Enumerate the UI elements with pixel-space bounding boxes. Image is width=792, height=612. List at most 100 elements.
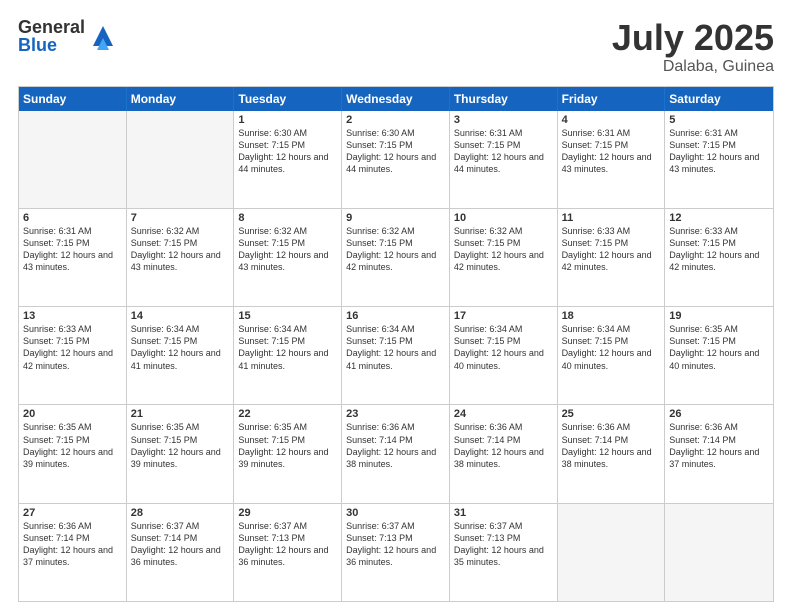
day-number: 8 — [238, 212, 337, 224]
day-number: 21 — [131, 408, 230, 420]
day-cell-14: 14Sunrise: 6:34 AMSunset: 7:15 PMDayligh… — [127, 307, 235, 404]
day-number: 4 — [562, 114, 661, 126]
day-cell-11: 11Sunrise: 6:33 AMSunset: 7:15 PMDayligh… — [558, 209, 666, 306]
logo: General Blue — [18, 18, 117, 54]
day-number: 30 — [346, 507, 445, 519]
header-day-friday: Friday — [558, 87, 666, 111]
day-cell-26: 26Sunrise: 6:36 AMSunset: 7:14 PMDayligh… — [665, 405, 773, 502]
day-number: 22 — [238, 408, 337, 420]
day-cell-8: 8Sunrise: 6:32 AMSunset: 7:15 PMDaylight… — [234, 209, 342, 306]
empty-cell — [558, 504, 666, 601]
day-info: Sunrise: 6:35 AMSunset: 7:15 PMDaylight:… — [669, 323, 769, 372]
day-number: 2 — [346, 114, 445, 126]
day-cell-28: 28Sunrise: 6:37 AMSunset: 7:14 PMDayligh… — [127, 504, 235, 601]
day-number: 13 — [23, 310, 122, 322]
day-cell-27: 27Sunrise: 6:36 AMSunset: 7:14 PMDayligh… — [19, 504, 127, 601]
day-info: Sunrise: 6:30 AMSunset: 7:15 PMDaylight:… — [238, 127, 337, 176]
day-number: 1 — [238, 114, 337, 126]
day-cell-16: 16Sunrise: 6:34 AMSunset: 7:15 PMDayligh… — [342, 307, 450, 404]
calendar-row-0: 1Sunrise: 6:30 AMSunset: 7:15 PMDaylight… — [19, 111, 773, 208]
logo-general-text: General — [18, 18, 85, 36]
day-info: Sunrise: 6:33 AMSunset: 7:15 PMDaylight:… — [23, 323, 122, 372]
day-number: 7 — [131, 212, 230, 224]
day-info: Sunrise: 6:37 AMSunset: 7:13 PMDaylight:… — [346, 520, 445, 569]
day-info: Sunrise: 6:36 AMSunset: 7:14 PMDaylight:… — [454, 421, 553, 470]
calendar-body: 1Sunrise: 6:30 AMSunset: 7:15 PMDaylight… — [19, 111, 773, 601]
day-number: 16 — [346, 310, 445, 322]
day-info: Sunrise: 6:36 AMSunset: 7:14 PMDaylight:… — [346, 421, 445, 470]
day-number: 15 — [238, 310, 337, 322]
day-info: Sunrise: 6:31 AMSunset: 7:15 PMDaylight:… — [23, 225, 122, 274]
day-cell-25: 25Sunrise: 6:36 AMSunset: 7:14 PMDayligh… — [558, 405, 666, 502]
calendar: SundayMondayTuesdayWednesdayThursdayFrid… — [18, 86, 774, 602]
day-cell-19: 19Sunrise: 6:35 AMSunset: 7:15 PMDayligh… — [665, 307, 773, 404]
day-cell-30: 30Sunrise: 6:37 AMSunset: 7:13 PMDayligh… — [342, 504, 450, 601]
title-month: July 2025 — [612, 18, 774, 58]
day-info: Sunrise: 6:35 AMSunset: 7:15 PMDaylight:… — [23, 421, 122, 470]
day-info: Sunrise: 6:31 AMSunset: 7:15 PMDaylight:… — [562, 127, 661, 176]
day-cell-23: 23Sunrise: 6:36 AMSunset: 7:14 PMDayligh… — [342, 405, 450, 502]
day-number: 17 — [454, 310, 553, 322]
logo-icon — [89, 22, 117, 50]
day-cell-4: 4Sunrise: 6:31 AMSunset: 7:15 PMDaylight… — [558, 111, 666, 208]
page: General Blue July 2025 Dalaba, Guinea Su… — [0, 0, 792, 612]
day-cell-22: 22Sunrise: 6:35 AMSunset: 7:15 PMDayligh… — [234, 405, 342, 502]
day-info: Sunrise: 6:35 AMSunset: 7:15 PMDaylight:… — [131, 421, 230, 470]
day-info: Sunrise: 6:36 AMSunset: 7:14 PMDaylight:… — [562, 421, 661, 470]
day-info: Sunrise: 6:34 AMSunset: 7:15 PMDaylight:… — [562, 323, 661, 372]
day-cell-31: 31Sunrise: 6:37 AMSunset: 7:13 PMDayligh… — [450, 504, 558, 601]
day-number: 27 — [23, 507, 122, 519]
day-info: Sunrise: 6:36 AMSunset: 7:14 PMDaylight:… — [669, 421, 769, 470]
day-info: Sunrise: 6:32 AMSunset: 7:15 PMDaylight:… — [131, 225, 230, 274]
calendar-row-1: 6Sunrise: 6:31 AMSunset: 7:15 PMDaylight… — [19, 208, 773, 306]
day-cell-13: 13Sunrise: 6:33 AMSunset: 7:15 PMDayligh… — [19, 307, 127, 404]
day-cell-15: 15Sunrise: 6:34 AMSunset: 7:15 PMDayligh… — [234, 307, 342, 404]
day-info: Sunrise: 6:32 AMSunset: 7:15 PMDaylight:… — [238, 225, 337, 274]
day-info: Sunrise: 6:31 AMSunset: 7:15 PMDaylight:… — [669, 127, 769, 176]
day-number: 18 — [562, 310, 661, 322]
day-number: 5 — [669, 114, 769, 126]
day-cell-3: 3Sunrise: 6:31 AMSunset: 7:15 PMDaylight… — [450, 111, 558, 208]
day-cell-21: 21Sunrise: 6:35 AMSunset: 7:15 PMDayligh… — [127, 405, 235, 502]
day-info: Sunrise: 6:31 AMSunset: 7:15 PMDaylight:… — [454, 127, 553, 176]
day-info: Sunrise: 6:37 AMSunset: 7:13 PMDaylight:… — [238, 520, 337, 569]
day-info: Sunrise: 6:34 AMSunset: 7:15 PMDaylight:… — [454, 323, 553, 372]
day-cell-9: 9Sunrise: 6:32 AMSunset: 7:15 PMDaylight… — [342, 209, 450, 306]
header-day-saturday: Saturday — [665, 87, 773, 111]
day-number: 3 — [454, 114, 553, 126]
day-cell-5: 5Sunrise: 6:31 AMSunset: 7:15 PMDaylight… — [665, 111, 773, 208]
day-cell-17: 17Sunrise: 6:34 AMSunset: 7:15 PMDayligh… — [450, 307, 558, 404]
day-cell-18: 18Sunrise: 6:34 AMSunset: 7:15 PMDayligh… — [558, 307, 666, 404]
header-day-thursday: Thursday — [450, 87, 558, 111]
day-info: Sunrise: 6:36 AMSunset: 7:14 PMDaylight:… — [23, 520, 122, 569]
logo-blue-text: Blue — [18, 36, 85, 54]
day-number: 28 — [131, 507, 230, 519]
day-number: 20 — [23, 408, 122, 420]
day-info: Sunrise: 6:34 AMSunset: 7:15 PMDaylight:… — [131, 323, 230, 372]
day-number: 26 — [669, 408, 769, 420]
calendar-row-4: 27Sunrise: 6:36 AMSunset: 7:14 PMDayligh… — [19, 503, 773, 601]
day-number: 12 — [669, 212, 769, 224]
day-info: Sunrise: 6:37 AMSunset: 7:13 PMDaylight:… — [454, 520, 553, 569]
day-cell-12: 12Sunrise: 6:33 AMSunset: 7:15 PMDayligh… — [665, 209, 773, 306]
calendar-row-2: 13Sunrise: 6:33 AMSunset: 7:15 PMDayligh… — [19, 306, 773, 404]
day-number: 9 — [346, 212, 445, 224]
day-cell-7: 7Sunrise: 6:32 AMSunset: 7:15 PMDaylight… — [127, 209, 235, 306]
title-location: Dalaba, Guinea — [612, 58, 774, 76]
day-info: Sunrise: 6:34 AMSunset: 7:15 PMDaylight:… — [346, 323, 445, 372]
day-info: Sunrise: 6:37 AMSunset: 7:14 PMDaylight:… — [131, 520, 230, 569]
day-number: 24 — [454, 408, 553, 420]
day-cell-6: 6Sunrise: 6:31 AMSunset: 7:15 PMDaylight… — [19, 209, 127, 306]
empty-cell — [665, 504, 773, 601]
day-number: 10 — [454, 212, 553, 224]
day-info: Sunrise: 6:30 AMSunset: 7:15 PMDaylight:… — [346, 127, 445, 176]
day-info: Sunrise: 6:34 AMSunset: 7:15 PMDaylight:… — [238, 323, 337, 372]
calendar-row-3: 20Sunrise: 6:35 AMSunset: 7:15 PMDayligh… — [19, 404, 773, 502]
day-info: Sunrise: 6:35 AMSunset: 7:15 PMDaylight:… — [238, 421, 337, 470]
day-cell-2: 2Sunrise: 6:30 AMSunset: 7:15 PMDaylight… — [342, 111, 450, 208]
title-block: July 2025 Dalaba, Guinea — [612, 18, 774, 76]
header: General Blue July 2025 Dalaba, Guinea — [18, 18, 774, 76]
day-info: Sunrise: 6:32 AMSunset: 7:15 PMDaylight:… — [454, 225, 553, 274]
day-cell-1: 1Sunrise: 6:30 AMSunset: 7:15 PMDaylight… — [234, 111, 342, 208]
day-info: Sunrise: 6:32 AMSunset: 7:15 PMDaylight:… — [346, 225, 445, 274]
